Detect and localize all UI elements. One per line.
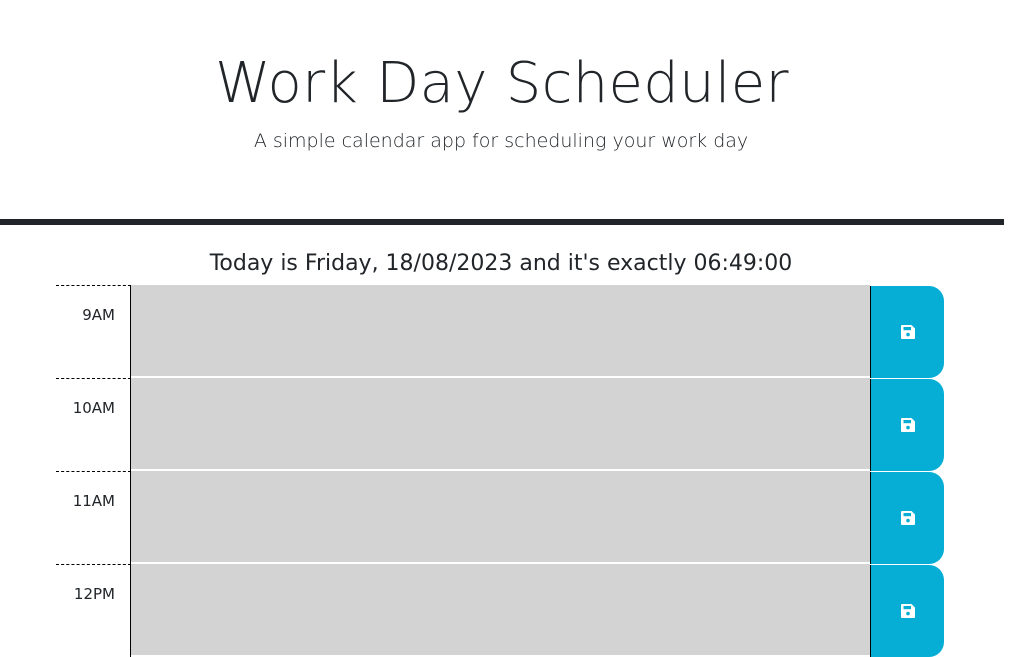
time-block-10am: 10AM [56, 378, 944, 471]
hour-label: 12PM [73, 585, 115, 603]
time-block-11am: 11AM [56, 471, 944, 564]
page-subtitle: A simple calendar app for scheduling you… [253, 130, 749, 152]
current-day: Today is Friday, 18/08/2023 and it's exa… [209, 251, 793, 276]
header-divider [0, 219, 1004, 225]
page-title: Work Day Scheduler [215, 51, 789, 116]
description-input[interactable] [131, 564, 870, 656]
save-icon [900, 325, 915, 339]
description-input[interactable] [131, 378, 870, 470]
description-input[interactable] [131, 471, 870, 563]
save-button[interactable] [870, 379, 944, 471]
hour-label-container: 10AM [56, 378, 131, 471]
time-block-12pm: 12PM [56, 564, 944, 657]
hour-label: 9AM [82, 306, 115, 324]
time-block-list: 9AM 10AM 11AM 12PM [56, 285, 944, 657]
hour-label-container: 9AM [56, 285, 131, 378]
save-button[interactable] [870, 565, 944, 657]
hour-label-container: 11AM [56, 471, 131, 564]
save-icon [900, 418, 915, 432]
header: Work Day Scheduler A simple calendar app… [0, 0, 1010, 219]
save-button[interactable] [870, 472, 944, 564]
hour-label: 10AM [72, 399, 115, 417]
hour-label-container: 12PM [56, 564, 131, 657]
description-input[interactable] [131, 285, 870, 377]
save-icon [900, 511, 915, 525]
save-icon [900, 604, 915, 618]
save-button[interactable] [870, 286, 944, 378]
hour-label: 11AM [72, 492, 115, 510]
time-block-9am: 9AM [56, 285, 944, 378]
